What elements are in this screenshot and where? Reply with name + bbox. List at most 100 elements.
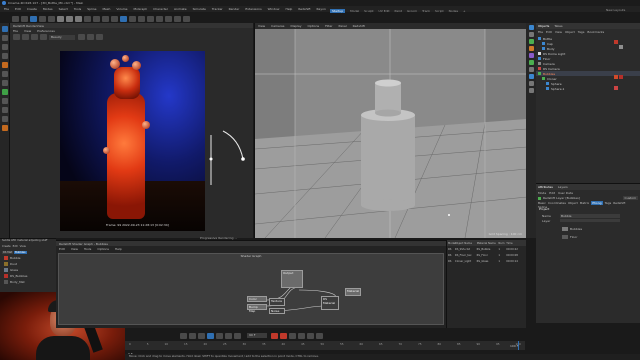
menu-tools[interactable]: Tools (74, 7, 81, 11)
node-color[interactable]: Color (247, 296, 267, 302)
render-view-icon[interactable] (93, 15, 100, 22)
render-picture-viewer-icon[interactable] (102, 15, 109, 22)
position-key-icon[interactable] (298, 332, 305, 339)
chip[interactable]: RS Mat (2, 250, 14, 254)
tab-objects[interactable]: Objects (538, 24, 549, 28)
layer-row[interactable]: Floor (560, 233, 638, 241)
autokey-icon[interactable] (280, 332, 287, 339)
light-curve-widget[interactable] (205, 123, 250, 193)
floor-icon[interactable] (165, 15, 172, 22)
menu-mograph[interactable]: MoGraph (134, 7, 148, 11)
om-menu-object[interactable]: Object (565, 30, 575, 34)
scale-tool-icon[interactable] (39, 15, 46, 22)
om-menu-view[interactable]: View (555, 30, 562, 34)
subtab-tags[interactable]: Tags (605, 201, 612, 205)
subtab-redshift[interactable]: Redshift (613, 201, 625, 205)
workplane-icon[interactable] (1, 89, 8, 95)
subtab-matrix[interactable]: Matrix (580, 201, 589, 205)
tab-nodes[interactable]: Nodes (449, 9, 458, 13)
keyframe-selection-icon[interactable] (289, 332, 296, 339)
viewport-menu-filter[interactable]: Filter (325, 24, 332, 28)
tab-paint[interactable]: Paint (395, 9, 402, 13)
attr-menu-mode[interactable]: Mode (538, 191, 546, 195)
node-output[interactable]: Output (281, 270, 303, 288)
cloner-icon[interactable] (147, 15, 154, 22)
menu-spline[interactable]: Spline (87, 7, 96, 11)
render-stop-icon[interactable] (22, 34, 29, 40)
viewport-menu-view[interactable]: View (258, 24, 265, 28)
camera-icon[interactable] (174, 15, 181, 22)
x-axis-icon[interactable] (57, 15, 64, 22)
paint-icon[interactable] (1, 125, 8, 131)
edges-mode-icon[interactable] (1, 44, 8, 50)
previous-frame-icon[interactable] (198, 332, 205, 339)
om-menu-file[interactable]: File (538, 30, 543, 34)
move-icon[interactable] (528, 25, 534, 30)
menu-tracker[interactable]: Tracker (212, 7, 223, 11)
material-tag-icon[interactable] (619, 75, 623, 79)
rotate-tool-icon[interactable] (48, 15, 55, 22)
render-view-menu-file[interactable]: File (13, 29, 18, 33)
menu-modes[interactable]: Modes (43, 7, 53, 11)
uv-mode-icon[interactable] (1, 62, 8, 68)
custom-dropdown[interactable]: Custom (622, 196, 638, 200)
solo-icon[interactable] (1, 98, 8, 104)
current-frame-field[interactable]: 99 F (247, 333, 267, 338)
next-frame-icon[interactable] (216, 332, 223, 339)
redo-icon[interactable] (21, 15, 28, 22)
material-row[interactable]: Body_Mat (4, 279, 56, 285)
menu-edit[interactable]: Edit (15, 7, 21, 11)
deformer-tool-icon[interactable] (528, 53, 534, 58)
node-texture[interactable]: Texture (269, 298, 285, 306)
y-axis-icon[interactable] (66, 15, 73, 22)
menu-simulate[interactable]: Simulate (193, 7, 206, 11)
aov-icon[interactable] (78, 34, 85, 40)
menu-volume[interactable]: Volume (116, 7, 127, 11)
deformer-icon[interactable] (156, 15, 163, 22)
menu-rayon[interactable]: Rayon (317, 7, 326, 11)
go-to-end-icon[interactable] (234, 332, 241, 339)
play-icon[interactable] (207, 332, 214, 339)
tab-layers[interactable]: Layers (558, 185, 568, 189)
om-menu-edit[interactable]: Edit (546, 30, 552, 34)
zoom-icon[interactable] (87, 34, 94, 40)
viewport-menu-cameras[interactable]: Cameras (271, 24, 284, 28)
model-mode-icon[interactable] (1, 26, 8, 32)
sg-menu-edit[interactable]: Edit (59, 247, 65, 251)
menu-select[interactable]: Select (59, 7, 68, 11)
menu-render[interactable]: Render (229, 7, 240, 11)
material-tag-icon[interactable] (619, 45, 623, 49)
tab-model[interactable]: Model (350, 9, 359, 13)
om-menu-bookmarks[interactable]: Bookmarks (587, 30, 604, 34)
snap-icon[interactable] (1, 80, 8, 86)
sg-menu-help[interactable]: Help (115, 247, 122, 251)
material-tag-icon[interactable] (614, 86, 618, 90)
previous-key-icon[interactable] (189, 332, 196, 339)
tab-sculpt[interactable]: Sculpt (364, 9, 373, 13)
shader-graph-canvas[interactable]: Shader Graph Output Material RS Material… (58, 253, 444, 325)
viewport-menu-panel[interactable]: Panel (339, 24, 347, 28)
om-menu-tags[interactable]: Tags (578, 30, 585, 34)
field-icon[interactable] (528, 67, 534, 72)
subtab-phong[interactable]: Phong (591, 201, 603, 205)
tab-uv-edit[interactable]: UV Edit (379, 9, 390, 13)
go-to-start-icon[interactable] (180, 332, 187, 339)
end-frame-field[interactable]: 100 F (510, 344, 518, 348)
menu-window[interactable]: Window (268, 7, 280, 11)
node-rs-material[interactable]: RS Material (321, 296, 339, 310)
render-start-icon[interactable] (13, 34, 20, 40)
viewport-menu-display[interactable]: Display (290, 24, 301, 28)
rotation-key-icon[interactable] (307, 332, 314, 339)
menu-help[interactable]: Help (285, 7, 292, 11)
material-icon[interactable] (528, 74, 534, 79)
timeline-ruler[interactable]: 0 5 10 15 20 25 30 35 40 45 50 55 60 65 … (125, 341, 525, 350)
cloner-tool-icon[interactable] (528, 39, 534, 44)
axis-mode-icon[interactable] (1, 71, 8, 77)
sculpt-icon[interactable] (1, 116, 8, 122)
coordinate-system-icon[interactable] (84, 15, 91, 22)
viewport-menu-options[interactable]: Options (308, 24, 320, 28)
material-tag-icon[interactable] (614, 75, 618, 79)
subtab-object[interactable]: Object (568, 201, 578, 205)
menu-create[interactable]: Create (27, 7, 37, 11)
menu-redshift[interactable]: Redshift (298, 7, 310, 11)
